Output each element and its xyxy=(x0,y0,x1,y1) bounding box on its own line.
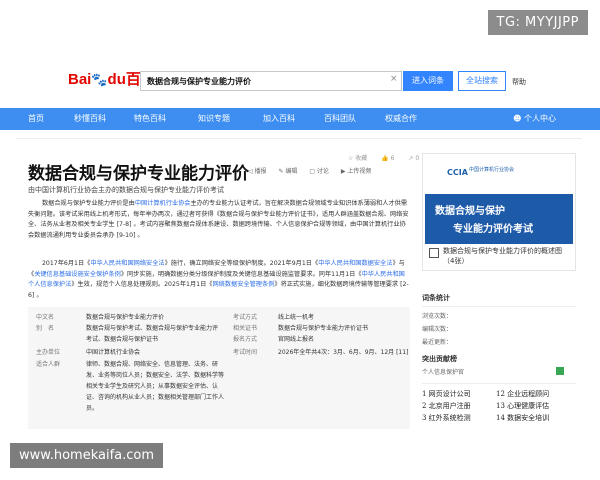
summary-image-card[interactable]: CCIA 中国计算机行业协会 数据合规与保护 专业能力评价考试 数据合规与保护专… xyxy=(422,153,576,271)
info-value: 数据合规与保护考试、数据合规与保护专业能力评 xyxy=(86,325,219,332)
nav-item-miaodong[interactable]: 秒懂百科 xyxy=(74,108,106,130)
info-key: 相关证书 xyxy=(233,325,258,332)
entry-stats: 词条统计 浏览次数： 编辑次数： 最近更新： xyxy=(422,293,576,346)
info-key: 别 名 xyxy=(36,325,55,332)
ad-link[interactable]: 2 北京用户注册 xyxy=(422,400,471,412)
main-nav: 首页 秒懂百科 特色百科 知识专题 加入百科 百科团队 权威合作 ☻ 个人中心 xyxy=(0,108,600,130)
link-network-data-regulation[interactable]: 网络数据安全管理条例 xyxy=(213,281,275,288)
watermark-tg: TG: MYYJJPP xyxy=(487,10,588,35)
nav-item-join[interactable]: 加入百科 xyxy=(263,108,295,130)
site-search-button[interactable]: 全站搜索 xyxy=(458,71,506,91)
ccia-logo: CCIA xyxy=(447,168,468,177)
user-center-link[interactable]: ☻ 个人中心 xyxy=(513,108,556,130)
watermark-homekaifa: www.homekaifa.com xyxy=(10,443,164,468)
card-title-line1: 数据合规与保护 xyxy=(435,206,505,217)
user-center-label: 个人中心 xyxy=(524,114,556,123)
related-ads: 1 网页设计公司 2 北京用户注册 3 红外系统检测 12 企业远程顾问 13 … xyxy=(422,383,576,429)
nav-item-featured[interactable]: 特色百科 xyxy=(134,108,166,130)
image-caption[interactable]: 数据合规与保护专业能力评价的概述图（4张） xyxy=(443,246,573,266)
info-value: 中国计算机行业协会 xyxy=(86,349,141,356)
info-value: 线上统一机考 xyxy=(278,314,315,321)
info-value: 员。 xyxy=(86,405,99,412)
edit-button[interactable]: ✎ 编辑 xyxy=(278,168,302,175)
gallery-icon xyxy=(429,248,439,258)
info-value: 律师、数据合规、网络安全、信息管理、法务、研 xyxy=(86,361,219,368)
broadcast-button[interactable]: ◁ 播报 xyxy=(248,168,272,175)
ad-column-right: 12 企业远程顾问 13 心理健康评估 14 数据安全培训 xyxy=(496,388,549,424)
nav-item-cooperation[interactable]: 权威合作 xyxy=(385,108,417,130)
help-link[interactable]: 帮助 xyxy=(512,77,526,87)
info-key: 报名方式 xyxy=(233,336,258,343)
stat-row: 最近更新： xyxy=(422,339,453,346)
ad-link[interactable]: 12 企业远程顾问 xyxy=(496,388,549,400)
info-key: 适合人群 xyxy=(36,361,61,368)
stat-row: 浏览次数： xyxy=(422,313,453,320)
article-toolbar: ◁ 播报 ✎ 编辑 ▢ 讨论 ▶ 上传视频 xyxy=(248,166,381,175)
enter-entry-button[interactable]: 进入词条 xyxy=(403,71,453,91)
logo-du-text: du xyxy=(107,71,126,88)
info-value: 发、业务等岗位人员；数据安全、法学、数据科学等 xyxy=(86,372,225,379)
nav-item-topics[interactable]: 知识专题 xyxy=(198,108,230,130)
upload-video-button[interactable]: ▶ 上传视频 xyxy=(341,168,377,175)
like-count[interactable]: 👍 6 xyxy=(381,155,400,162)
ad-link[interactable]: 14 数据安全培训 xyxy=(496,412,549,424)
nav-item-home[interactable]: 首页 xyxy=(28,108,44,130)
favorite-button[interactable]: ☆ 收藏 xyxy=(348,155,373,162)
article-main: 数据合规与保护专业能力评价 ◁ 播报 ✎ 编辑 ▢ 讨论 ▶ 上传视频 ☆ 收藏… xyxy=(16,138,582,429)
info-value: 数据合规与保护专业能力评价证书 xyxy=(278,325,369,332)
info-key: 中文名 xyxy=(36,314,55,321)
ad-link[interactable]: 1 网页设计公司 xyxy=(422,388,471,400)
user-icon: ☻ xyxy=(513,114,522,123)
link-cybersecurity-law[interactable]: 中华人民共和国网络安全法 xyxy=(90,260,164,267)
contributor-item[interactable]: 个人信息保护官 xyxy=(422,367,464,376)
info-key: 考试方式 xyxy=(233,314,258,321)
info-value: 官网线上报名 xyxy=(278,336,315,343)
link-ciip-regulation[interactable]: 关键信息基础设施安全保护条例 xyxy=(34,271,121,278)
ad-column-left: 1 网页设计公司 2 北京用户注册 3 红外系统检测 xyxy=(422,388,471,424)
page-title: 数据合规与保护专业能力评价 xyxy=(28,164,249,184)
basic-info-box: 中文名 数据合规与保护专业能力评价 别 名 数据合规与保护考试、数据合规与保护专… xyxy=(28,307,410,429)
logo-bai-text: Bai xyxy=(68,71,92,88)
stats-title: 词条统计 xyxy=(422,293,576,307)
info-value: 数据合规与保护专业能力评价 xyxy=(86,314,165,321)
stat-row: 编辑次数： xyxy=(422,326,453,333)
contributors-title: 突出贡献榜 xyxy=(422,355,457,363)
info-value: 证、咨询的机构从业人员；数据相关管理部门工作人 xyxy=(86,394,225,401)
info-value: 相关专业学生及研究人员；从事数据安全评估、认 xyxy=(86,383,219,390)
discuss-button[interactable]: ▢ 讨论 xyxy=(309,168,334,175)
clear-icon[interactable]: × xyxy=(390,74,398,84)
info-key: 考试时间 xyxy=(233,349,258,356)
paw-icon: 🐾 xyxy=(91,72,108,87)
article-actions: ☆ 收藏 👍 6 ↗ 0 xyxy=(348,153,431,162)
ad-link[interactable]: 3 红外系统检测 xyxy=(422,412,471,424)
contributor-badge-icon xyxy=(556,367,564,375)
summary-paragraph: 数据合规与保护专业能力评价是由中国计算机行业协会主办的专业能力认证考试，旨在解决… xyxy=(28,200,409,239)
nav-item-team[interactable]: 百科团队 xyxy=(324,108,356,130)
background-paragraph: 2017年6月1日《中华人民共和国网络安全法》施行，确立网络安全等级保护制度。2… xyxy=(28,260,409,299)
link-data-security-law[interactable]: 中华人民共和国数据安全法 xyxy=(318,260,392,267)
search-input[interactable]: 数据合规与保护专业能力评价 xyxy=(140,71,402,91)
ad-link[interactable]: 13 心理健康评估 xyxy=(496,400,549,412)
header: Bai🐾du百科 数据合规与保护专业能力评价 × 进入词条 全站搜索 帮助 xyxy=(0,62,600,104)
summary-image: CCIA 中国计算机行业协会 数据合规与保护 专业能力评价考试 xyxy=(425,156,573,244)
card-title-line2: 专业能力评价考试 xyxy=(453,224,533,235)
info-key: 主办单位 xyxy=(36,349,61,356)
info-value: 2026年全年共4次：3月、6月、9月、12月 [11] xyxy=(278,349,409,356)
article-subtitle: 由中国计算机行业协会主办的数据合规与保护专业能力评价考试 xyxy=(28,186,224,194)
ccia-org-name: 中国计算机行业协会 xyxy=(469,167,515,173)
link-ccia[interactable]: 中国计算机行业协会 xyxy=(135,200,191,207)
info-value: 考试、数据合规与保护证书 xyxy=(86,336,159,343)
